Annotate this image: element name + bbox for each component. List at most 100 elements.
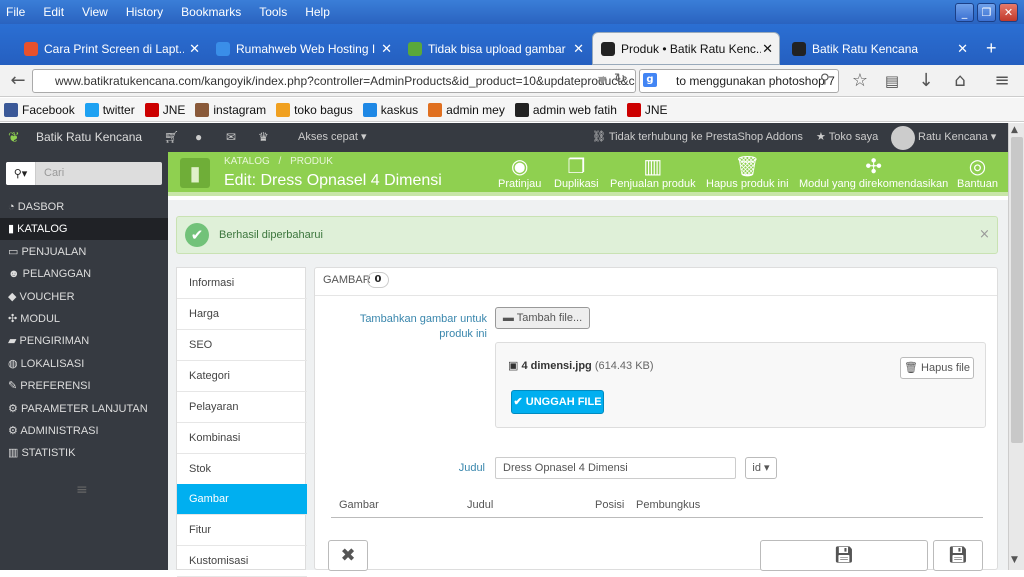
scroll-up-icon[interactable]: ▲ — [1011, 125, 1018, 135]
my-shop-link[interactable]: ★ Toko saya — [816, 123, 878, 152]
minimize-button[interactable]: _ — [955, 3, 974, 22]
tab-kustomisasi[interactable]: Kustomisasi — [177, 546, 307, 577]
bookmark-instagram[interactable]: instagram — [195, 102, 266, 117]
search-icon[interactable]: ⚲ — [820, 72, 830, 87]
sidebar-item-administrasi[interactable]: ⚙ ADMINISTRASI — [0, 420, 168, 442]
tab-2[interactable]: Rumahweb Web Hosting I... ✕ — [208, 32, 398, 65]
tab-1[interactable]: Cara Print Screen di Lapt... ✕ — [16, 32, 206, 65]
sidebar-item-statistik[interactable]: ▥ STATISTIK — [0, 442, 168, 464]
menu-edit[interactable]: Edit — [43, 5, 64, 19]
recommended-modules-button[interactable]: ✣ Modul yang direkomendasikan — [799, 156, 948, 190]
dropdown-icon[interactable]: ▼ — [598, 74, 606, 87]
user-icon[interactable]: ● — [195, 123, 202, 152]
addons-status[interactable]: ⛓ Tidak terhubung ke PrestaShop Addons — [592, 123, 803, 152]
close-window-button[interactable]: ✕ — [999, 3, 1018, 22]
sidebar-search[interactable]: ⚲▾ Cari — [6, 162, 162, 185]
save-and-stay-icon[interactable]: 💾︎ — [760, 540, 928, 571]
upload-file-button[interactable]: ✔ UNGGAH FILE — [511, 390, 604, 414]
language-select[interactable]: id ▾ — [745, 457, 777, 479]
menu-view[interactable]: View — [82, 5, 108, 19]
bookmark-twitter[interactable]: twitter — [84, 102, 135, 117]
reload-icon[interactable]: ↻ — [614, 71, 626, 87]
site-icon — [601, 41, 615, 56]
menu-icon[interactable]: ≡ — [990, 69, 1014, 93]
menu-file[interactable]: File — [6, 5, 25, 19]
search-icon[interactable]: ⚲▾ — [6, 162, 36, 185]
tab-kombinasi[interactable]: Kombinasi — [177, 423, 307, 454]
bookmark-jne[interactable]: JNE — [144, 102, 185, 117]
close-tab-icon[interactable]: ✕ — [381, 41, 392, 57]
tab-stok[interactable]: Stok — [177, 454, 307, 485]
product-sales-button[interactable]: ▥ Penjualan produk — [610, 156, 696, 190]
home-icon[interactable]: ⌂ — [948, 69, 972, 93]
new-tab-button[interactable]: + — [978, 32, 1008, 65]
scrollbar-thumb[interactable] — [1011, 137, 1023, 443]
tab-informasi[interactable]: Informasi — [177, 268, 307, 299]
sidebar-item-pengiriman[interactable]: ▰ PENGIRIMAN — [0, 330, 168, 352]
bookmark-admin-web-fatih[interactable]: admin web fatih — [514, 102, 617, 117]
close-tab-icon[interactable]: ✕ — [957, 41, 968, 57]
collapse-handle-icon[interactable]: ≡ — [76, 482, 88, 498]
title-input[interactable]: Dress Opnasel 4 Dimensi — [495, 457, 736, 479]
mail-icon[interactable]: ✉ — [226, 123, 236, 152]
sidebar-item-lokalisasi[interactable]: ◍ LOKALISASI — [0, 353, 168, 375]
menu-bookmarks[interactable]: Bookmarks — [181, 5, 241, 19]
tab-harga[interactable]: Harga — [177, 299, 307, 330]
avatar[interactable] — [891, 126, 915, 150]
save-icon[interactable]: 💾︎ — [933, 540, 983, 571]
sidebar-item-parameter-lanjutan[interactable]: ⚙ PARAMETER LANJUTAN — [0, 398, 168, 420]
breadcrumb-katalog[interactable]: KATALOG — [224, 156, 270, 167]
sidebar-item-voucher[interactable]: ◆ VOUCHER — [0, 286, 168, 308]
duplicate-button[interactable]: ❐ Duplikasi — [554, 156, 599, 190]
google-icon[interactable]: g — [643, 73, 657, 87]
prestashop-logo-icon[interactable]: ❦ — [8, 123, 20, 152]
add-file-button[interactable]: ▬ Tambah file... — [495, 307, 590, 329]
close-tab-icon[interactable]: ✕ — [762, 41, 773, 57]
sidebar-item-preferensi[interactable]: ✎ PREFERENSI — [0, 375, 168, 397]
sidebar-item-katalog[interactable]: ▮ KATALOG — [0, 218, 168, 240]
url-bar[interactable]: www.batikratukencana.com/kangoyik/index.… — [32, 69, 636, 93]
back-icon[interactable]: ← — [6, 69, 30, 93]
delete-file-button[interactable]: 🗑︎ Hapus file — [900, 357, 974, 379]
tab-pelayaran[interactable]: Pelayaran — [177, 392, 307, 423]
user-menu[interactable]: Ratu Kencana ▾ — [918, 123, 996, 152]
bookmark-admin-mey[interactable]: admin mey — [428, 102, 505, 117]
cart-icon[interactable]: 🛒︎ — [164, 123, 179, 152]
bookmark-toko-bagus[interactable]: toko bagus — [276, 102, 353, 117]
breadcrumb-produk[interactable]: PRODUK — [290, 156, 333, 167]
help-button[interactable]: ◎ Bantuan — [957, 156, 998, 190]
scroll-down-icon[interactable]: ▼ — [1011, 555, 1018, 565]
menu-history[interactable]: History — [126, 5, 163, 19]
star-icon[interactable]: ☆ — [848, 69, 872, 93]
cancel-icon[interactable]: ✖ — [328, 540, 368, 571]
trophy-icon[interactable]: ♛ — [258, 123, 269, 152]
tab-kategori[interactable]: Kategori — [177, 361, 307, 392]
tab-4-active[interactable]: Produk • Batik Ratu Kenc... ✕ — [592, 32, 780, 65]
sidebar-item-modul[interactable]: ✣ MODUL — [0, 308, 168, 330]
search-bar[interactable]: to menggunakan photoshop 7 — [639, 69, 839, 93]
tab-fitur[interactable]: Fitur — [177, 515, 307, 546]
sidebar-item-dasbor[interactable]: ◔ DASBOR — [0, 196, 168, 218]
shop-name[interactable]: Batik Ratu Kencana — [36, 123, 142, 152]
maximize-button[interactable]: ❐ — [977, 3, 996, 22]
close-tab-icon[interactable]: ✕ — [573, 41, 584, 57]
tab-3[interactable]: Tidak bisa upload gambar ... ✕ — [400, 32, 590, 65]
tab-5[interactable]: Batik Ratu Kencana ✕ — [784, 32, 974, 65]
menu-tools[interactable]: Tools — [259, 5, 287, 19]
sidebar-item-penjualan[interactable]: ▭ PENJUALAN — [0, 241, 168, 263]
bookmark-facebook[interactable]: Facebook — [4, 102, 75, 117]
page-scrollbar[interactable]: ▲ ▼ — [1008, 123, 1024, 570]
bookmark-kaskus[interactable]: kaskus — [362, 102, 418, 117]
bookmark-jne-2[interactable]: JNE — [626, 102, 668, 117]
sidebar-item-pelanggan[interactable]: ☻ PELANGGAN — [0, 263, 168, 285]
close-tab-icon[interactable]: ✕ — [189, 41, 200, 57]
bookmarks-list-icon[interactable]: ▤ — [880, 69, 904, 93]
tab-gambar[interactable]: Gambar — [177, 484, 307, 515]
download-icon[interactable]: ↓ — [914, 69, 938, 93]
quick-access-dropdown[interactable]: Akses cepat ▾ — [298, 123, 367, 152]
tab-seo[interactable]: SEO — [177, 330, 307, 361]
delete-product-button[interactable]: 🗑︎ Hapus produk ini — [706, 156, 789, 190]
menu-help[interactable]: Help — [305, 5, 330, 19]
preview-button[interactable]: ◉ Pratinjau — [498, 156, 541, 190]
close-alert-icon[interactable]: × — [979, 227, 990, 242]
